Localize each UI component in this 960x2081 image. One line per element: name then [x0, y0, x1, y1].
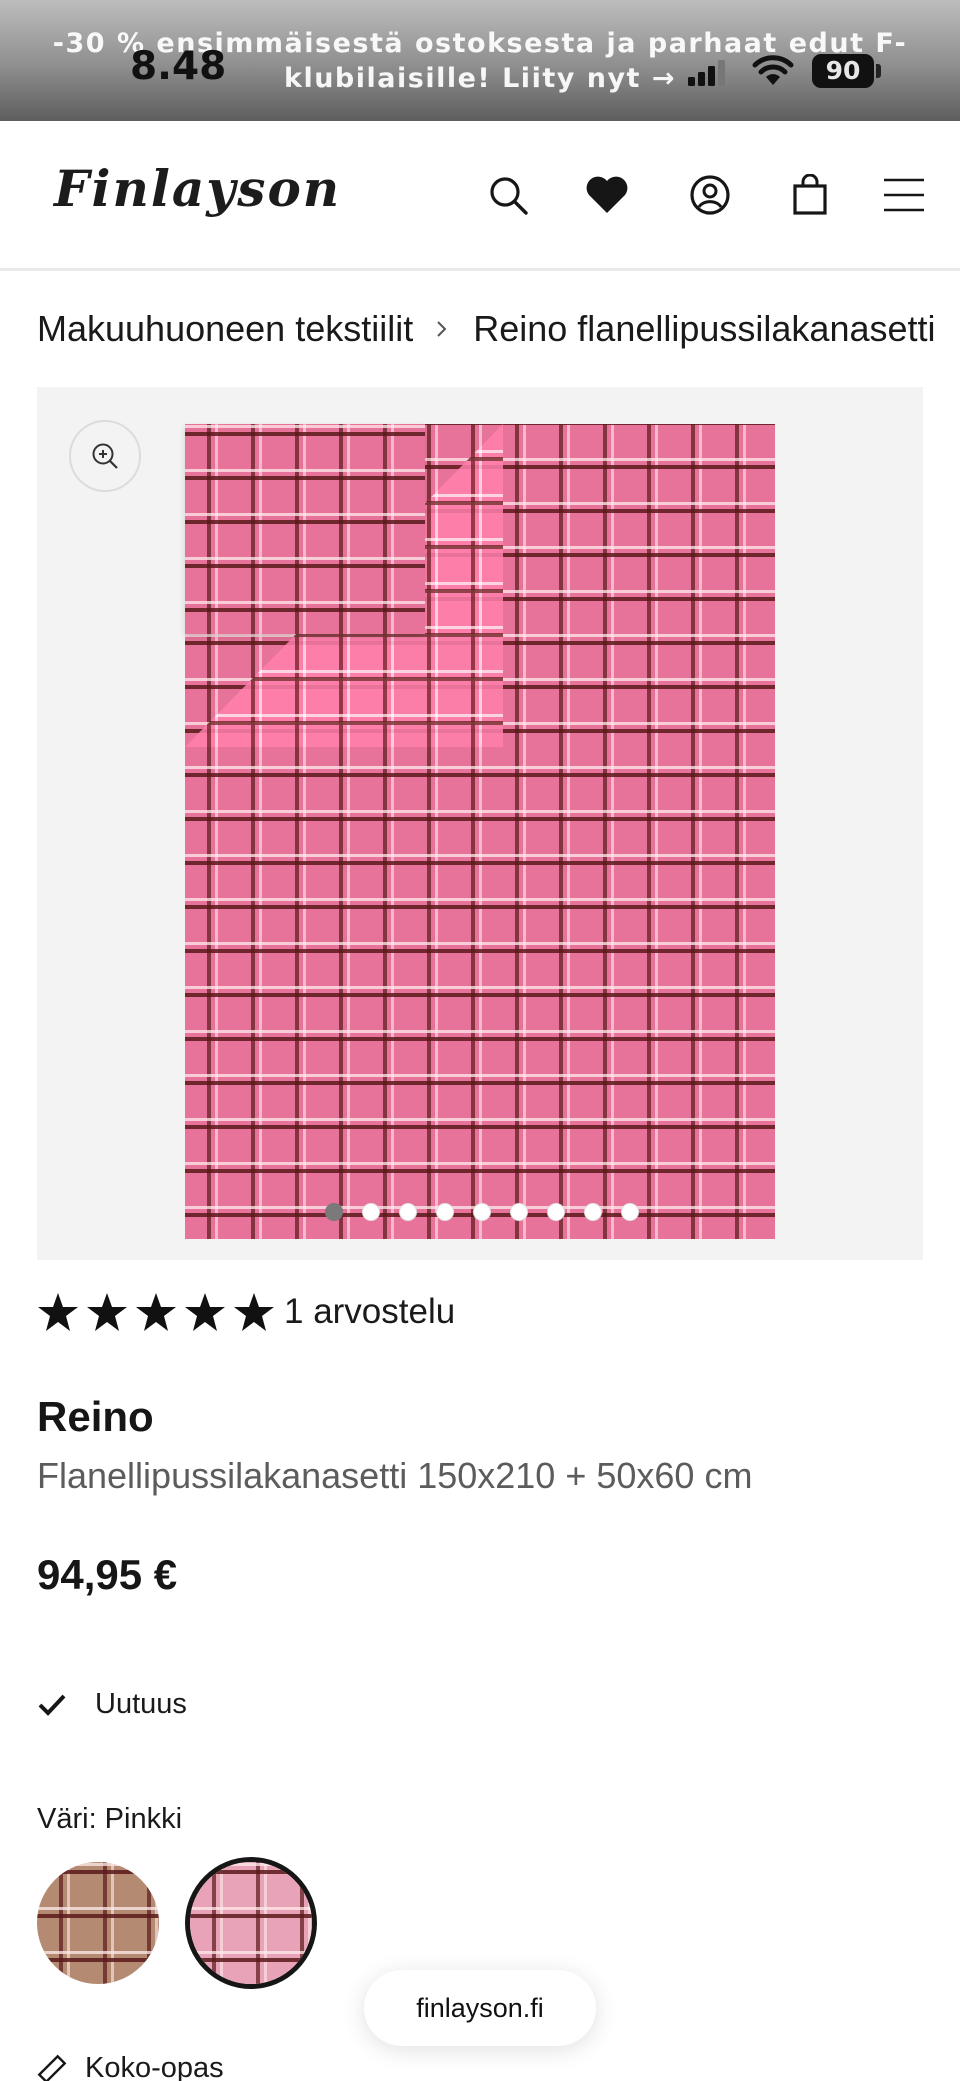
status-time: 8.48 — [130, 44, 227, 89]
breadcrumb: Makuuhuoneen tekstiilit Reino flanellipu… — [37, 308, 936, 350]
color-swatch-pink[interactable] — [190, 1862, 312, 1984]
size-guide-label[interactable]: Koko-opas — [85, 2052, 224, 2081]
menu-icon[interactable] — [880, 171, 928, 219]
search-icon[interactable] — [484, 171, 532, 219]
product-name: Reino — [37, 1393, 154, 1440]
size-guide-link[interactable]: Koko-opas — [37, 2052, 224, 2081]
heart-icon[interactable] — [583, 171, 631, 219]
checkmark-icon — [38, 1694, 66, 1716]
color-label: Väri: Pinkki — [37, 1803, 183, 1835]
account-icon[interactable] — [686, 171, 734, 219]
gallery-dot[interactable] — [399, 1203, 417, 1221]
rating-stars — [37, 1292, 282, 1332]
battery-indicator: 90 — [812, 54, 874, 88]
star-icon — [185, 1293, 225, 1331]
gallery-pagination — [325, 1203, 639, 1221]
shopping-bag-icon[interactable] — [786, 171, 834, 219]
cellular-signal-icon — [688, 60, 725, 86]
badge-label: Uutuus — [95, 1688, 187, 1720]
new-badge: Uutuus — [37, 1688, 187, 1721]
star-icon — [38, 1293, 78, 1331]
gallery-dot[interactable] — [436, 1203, 454, 1221]
ruler-icon — [37, 2054, 67, 2081]
star-icon — [234, 1293, 274, 1331]
zoom-button[interactable] — [69, 420, 141, 492]
promo-banner[interactable]: -30 % ensimmäisestä ostoksesta ja parhaa… — [0, 0, 960, 121]
star-icon — [136, 1293, 176, 1331]
battery-tip — [876, 64, 881, 78]
rating-summary[interactable]: 1 arvostelu — [37, 1292, 455, 1332]
color-swatch-brown[interactable] — [37, 1862, 159, 1984]
zoom-in-icon — [92, 443, 118, 469]
browser-url-bar[interactable]: finlayson.fi — [364, 1970, 596, 2046]
wifi-icon — [752, 55, 794, 85]
product-description: Flanellipussilakanasetti 150x210 + 50x60… — [37, 1455, 753, 1496]
product-image-gallery[interactable] — [37, 387, 923, 1260]
breadcrumb-item-category[interactable]: Makuuhuoneen tekstiilit — [37, 308, 413, 350]
gallery-dot[interactable] — [621, 1203, 639, 1221]
site-header: Finlayson — [0, 121, 960, 271]
gallery-dot[interactable] — [362, 1203, 380, 1221]
gallery-dot[interactable] — [584, 1203, 602, 1221]
finlayson-logo[interactable]: Finlayson — [54, 159, 341, 218]
gallery-dot[interactable] — [325, 1203, 343, 1221]
breadcrumb-item-current: Reino flanellipussilakanasetti — [473, 308, 936, 349]
gallery-dot[interactable] — [473, 1203, 491, 1221]
gallery-dot[interactable] — [547, 1203, 565, 1221]
gallery-dot[interactable] — [510, 1203, 528, 1221]
product-price: 94,95 € — [37, 1551, 178, 1598]
chevron-right-icon — [437, 321, 447, 337]
star-icon — [87, 1293, 127, 1331]
review-count[interactable]: 1 arvostelu — [284, 1292, 455, 1332]
